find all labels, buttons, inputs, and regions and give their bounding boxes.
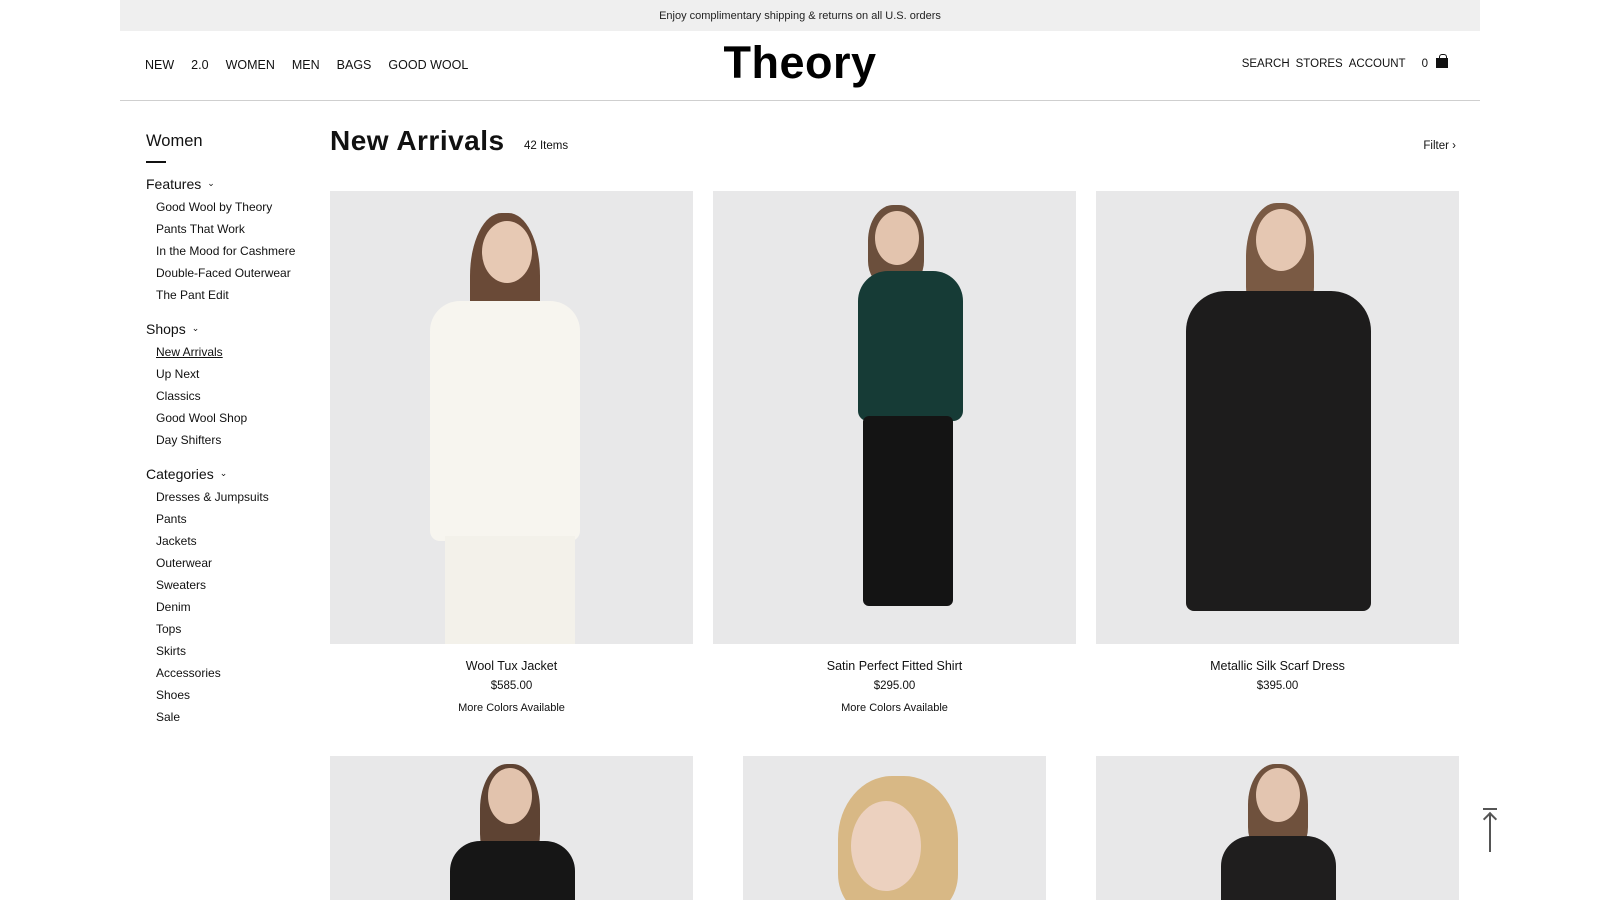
categories-list: Dresses & Jumpsuits Pants Jackets Outerw…	[146, 488, 296, 726]
page-title: New Arrivals	[330, 125, 505, 156]
sidebar-item-skirts[interactable]: Skirts	[156, 642, 296, 660]
features-list: Good Wool by Theory Pants That Work In t…	[146, 198, 296, 304]
shops-list: New Arrivals Up Next Classics Good Wool …	[146, 343, 296, 449]
arrow-shaft	[1489, 814, 1491, 852]
sidebar-item-sale[interactable]: Sale	[156, 708, 296, 726]
sidebar-item-denim[interactable]: Denim	[156, 598, 296, 616]
stores-link[interactable]: STORES	[1296, 58, 1343, 70]
sidebar-item-classics[interactable]: Classics	[156, 387, 296, 405]
chevron-down-icon: ⌄	[191, 323, 200, 333]
white-trousers	[445, 536, 575, 644]
group-label: Features	[146, 175, 202, 192]
item-count: 42 Items	[524, 140, 569, 152]
product-card[interactable]: Wool Tux Jacket $585.00 More Colors Avai…	[330, 191, 693, 714]
chevron-down-icon: ⌄	[219, 468, 228, 478]
product-price: $295.00	[873, 680, 916, 692]
group-label: Shops	[146, 320, 186, 337]
back-to-top-button[interactable]	[1482, 808, 1498, 852]
product-image[interactable]	[713, 191, 1076, 644]
search-link[interactable]: SEARCH	[1242, 58, 1290, 70]
more-colors-note: More Colors Available	[458, 702, 565, 714]
product-price: $395.00	[1256, 680, 1299, 692]
chevron-down-icon: ⌄	[207, 178, 215, 188]
black-sheer-blouse	[1221, 836, 1336, 900]
sidebar-item-in-the-mood-for-cashmere[interactable]: In the Mood for Cashmere	[156, 242, 296, 260]
model-head	[1256, 209, 1306, 271]
utility-nav: SEARCH STORES ACCOUNT 0	[1242, 54, 1448, 70]
sidebar-item-label: New Arrivals	[156, 344, 223, 359]
product-name[interactable]: Satin Perfect Fitted Shirt	[713, 659, 1076, 673]
sidebar-item-sweaters[interactable]: Sweaters	[156, 576, 296, 594]
group-categories-toggle[interactable]: Categories ⌄	[146, 466, 296, 482]
sidebar-item-outerwear[interactable]: Outerwear	[156, 554, 296, 572]
sidebar-item-accessories[interactable]: Accessories	[156, 664, 296, 682]
sidebar-item-double-faced-outerwear[interactable]: Double-Faced Outerwear	[156, 264, 296, 282]
sidebar-item-pants[interactable]: Pants	[156, 510, 296, 528]
green-satin-shirt	[858, 271, 963, 421]
product-card[interactable]: Satin Perfect Fitted Shirt $295.00 More …	[713, 191, 1076, 714]
model-head	[482, 221, 532, 283]
arrow-up-icon	[1483, 808, 1497, 810]
category-sidebar: Women Features ⌄ Good Wool by Theory Pan…	[146, 132, 296, 743]
cart-count: 0	[1421, 58, 1428, 70]
black-blazer	[450, 841, 575, 900]
product-price: $585.00	[490, 680, 533, 692]
product-name[interactable]: Metallic Silk Scarf Dress	[1096, 659, 1459, 673]
product-image[interactable]	[1096, 756, 1459, 900]
promo-text: Enjoy complimentary shipping & returns o…	[659, 9, 941, 22]
sidebar-item-good-wool-shop[interactable]: Good Wool Shop	[156, 409, 296, 427]
model-head	[1256, 768, 1300, 822]
model-head	[875, 211, 919, 265]
model-head	[851, 801, 921, 891]
sidebar-item-jackets[interactable]: Jackets	[156, 532, 296, 550]
sidebar-item-tops[interactable]: Tops	[156, 620, 296, 638]
cart-button[interactable]: 0	[1421, 54, 1448, 70]
product-card[interactable]: Metallic Silk Scarf Dress $395.00	[1096, 191, 1459, 692]
sidebar-item-dresses-jumpsuits[interactable]: Dresses & Jumpsuits	[156, 488, 296, 506]
black-trousers	[863, 416, 953, 606]
more-colors-note: More Colors Available	[841, 702, 948, 714]
product-card[interactable]	[743, 756, 1046, 900]
product-image[interactable]	[1096, 191, 1459, 644]
promo-banner: Enjoy complimentary shipping & returns o…	[120, 0, 1480, 31]
sidebar-title: Women	[146, 132, 203, 150]
group-shops-toggle[interactable]: Shops ⌄	[146, 321, 296, 337]
filter-button[interactable]: Filter ›	[1423, 140, 1456, 152]
product-image[interactable]	[743, 756, 1046, 900]
group-features-toggle[interactable]: Features ⌄	[146, 176, 296, 192]
model-head	[488, 768, 532, 824]
product-image[interactable]	[330, 191, 693, 644]
sidebar-item-shoes[interactable]: Shoes	[156, 686, 296, 704]
sidebar-divider	[146, 161, 166, 163]
black-silk-dress	[1186, 291, 1371, 611]
product-image[interactable]	[330, 756, 693, 900]
product-card[interactable]	[1096, 756, 1459, 900]
product-name[interactable]: Wool Tux Jacket	[330, 659, 693, 673]
sidebar-item-the-pant-edit[interactable]: The Pant Edit	[156, 286, 296, 304]
product-card[interactable]	[330, 756, 693, 900]
group-label: Categories	[146, 465, 214, 482]
sidebar-item-up-next[interactable]: Up Next	[156, 365, 296, 383]
white-jacket	[430, 301, 580, 541]
sidebar-item-pants-that-work[interactable]: Pants That Work	[156, 220, 296, 238]
site-header: NEW 2.0 WOMEN MEN BAGS GOOD WOOL Theory …	[120, 31, 1480, 101]
sidebar-item-new-arrivals[interactable]: New Arrivals	[156, 343, 296, 361]
shopping-bag-icon	[1436, 54, 1448, 68]
account-link[interactable]: ACCOUNT	[1349, 58, 1406, 70]
sidebar-item-good-wool-by-theory[interactable]: Good Wool by Theory	[156, 198, 296, 216]
sidebar-item-day-shifters[interactable]: Day Shifters	[156, 431, 296, 449]
